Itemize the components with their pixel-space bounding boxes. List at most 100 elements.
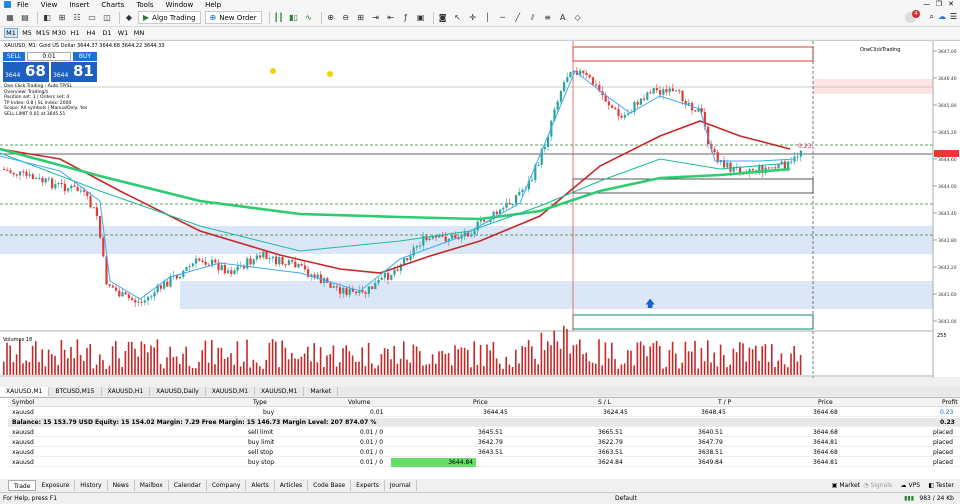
menu-tools[interactable]: Tools	[136, 1, 153, 9]
lot-input[interactable]: 0.01	[27, 52, 71, 61]
tp-cell[interactable]: 3648.45	[701, 408, 726, 417]
tab-calendar[interactable]: Calendar	[169, 479, 207, 491]
order-row[interactable]: xauusd buy limit 0.01 / 0 3642.79 3622.79 364…	[8, 438, 960, 447]
chart-tab[interactable]: XAUUSD,M1	[206, 387, 256, 396]
tp-cell[interactable]: 3640.51	[698, 428, 723, 437]
header-volume[interactable]: Volume	[348, 398, 370, 407]
sl-cell[interactable]: 3624.45	[603, 408, 628, 417]
cursor-icon[interactable]: ↖	[452, 12, 464, 24]
timeframe-w1[interactable]: W1	[116, 29, 130, 37]
sl-cell[interactable]: 3665.51	[598, 428, 623, 437]
restore-icon[interactable]: ❐	[936, 0, 942, 8]
timeframe-m15[interactable]: M15	[36, 29, 50, 37]
zoom-out-icon[interactable]: ⊖	[340, 12, 352, 24]
vps-link[interactable]: ☁ VPS	[901, 482, 920, 489]
new-chart-icon[interactable]: ▦	[4, 12, 16, 24]
timeframe-h4[interactable]: H4	[84, 29, 98, 37]
tab-articles[interactable]: Articles	[275, 479, 309, 491]
header-sl[interactable]: S / L	[598, 398, 611, 407]
order-row[interactable]: xauusd sell stop 0.01 / 0 3643.51 3663.51 363…	[8, 448, 960, 457]
line-chart-icon[interactable]: ∿	[303, 12, 315, 24]
profiles-icon[interactable]: ▤	[19, 12, 31, 24]
timeframe-m30[interactable]: M30	[52, 29, 66, 37]
order-row[interactable]: xauusd sell limit 0.01 / 0 3645.51 3665.51 36…	[8, 428, 960, 437]
data-window-icon[interactable]: ⊞	[56, 12, 68, 24]
indicators-icon[interactable]: ƒ	[400, 12, 412, 24]
new-order-button[interactable]: ⊕ New Order	[204, 11, 262, 24]
autoscroll-icon[interactable]: ⇥	[370, 12, 382, 24]
navigator-icon[interactable]: ☷	[71, 12, 83, 24]
chart-shift-icon[interactable]: ⇤	[385, 12, 397, 24]
tab-journal[interactable]: Journal	[385, 479, 417, 491]
price-chart[interactable]: 3647.00 3646.40 3645.80 3645.20 3644.60 3644.…	[0, 41, 960, 378]
vertical-line-icon[interactable]: │	[482, 12, 494, 24]
menu-charts[interactable]: Charts	[101, 1, 124, 9]
timeframe-h1[interactable]: H1	[68, 29, 82, 37]
buy-price-box[interactable]: 3644 81	[51, 62, 97, 82]
candlestick-icon[interactable]: ▮▯	[288, 12, 300, 24]
menu-view[interactable]: View	[41, 1, 58, 9]
metaeditor-icon[interactable]: ◆	[123, 12, 135, 24]
close-icon[interactable]: ✕	[948, 0, 954, 8]
header-symbol[interactable]: Symbol	[12, 398, 34, 407]
tp-cell[interactable]: 3649.84	[698, 458, 723, 467]
menu-icon[interactable]: ☰	[950, 12, 957, 21]
crosshair-icon[interactable]: ✛	[467, 12, 479, 24]
tab-company[interactable]: Company	[207, 479, 247, 491]
signals-link[interactable]: ◔ Signals	[863, 482, 892, 489]
header-tp[interactable]: T / P	[718, 398, 731, 407]
header-type[interactable]: Type	[253, 398, 267, 407]
chart-tab[interactable]: XAUUSD,M1	[0, 387, 50, 396]
bar-chart-icon[interactable]: ┃┃	[273, 12, 285, 24]
buy-button[interactable]: BUY	[73, 52, 97, 61]
order-row[interactable]: xauusd buy stop 0.01 / 0 3644.84 3624.84 3649…	[8, 458, 960, 467]
timeframe-m5[interactable]: M5	[20, 29, 34, 37]
sl-cell[interactable]: 3624.84	[598, 458, 623, 467]
tab-history[interactable]: History	[75, 479, 108, 491]
tester-link[interactable]: ◧ Tester	[928, 482, 954, 489]
timeframe-m1[interactable]: M1	[4, 28, 18, 38]
timeframe-d1[interactable]: D1	[100, 29, 114, 37]
tab-alerts[interactable]: Alerts	[246, 479, 275, 491]
sl-cell[interactable]: 3663.51	[598, 448, 623, 457]
position-row[interactable]: xauusd buy 0.01 3644.45 3624.45 3648.45 …	[8, 408, 960, 417]
chart-tab-market[interactable]: Market	[304, 387, 338, 396]
sell-button[interactable]: SELL	[3, 52, 25, 61]
menu-help[interactable]: Help	[205, 1, 221, 9]
market-link[interactable]: ▣ Market	[832, 482, 860, 489]
minimize-icon[interactable]: —	[923, 0, 930, 8]
tp-cell[interactable]: 3647.79	[698, 438, 723, 447]
tab-exposure[interactable]: Exposure	[36, 479, 76, 491]
header-price2[interactable]: Price	[818, 398, 833, 407]
menu-file[interactable]: File	[17, 1, 29, 9]
sell-price-box[interactable]: 3644 68	[3, 62, 49, 82]
strategy-tester-icon[interactable]: ◫	[101, 12, 113, 24]
header-price[interactable]: Price	[473, 398, 488, 407]
algo-trading-button[interactable]: ▶ Algo Trading	[138, 11, 201, 24]
terminal-icon[interactable]: ▭	[86, 12, 98, 24]
horizontal-line-icon[interactable]: ─	[497, 12, 509, 24]
menu-window[interactable]: Window	[166, 1, 194, 9]
fibonacci-icon[interactable]: ≡	[542, 12, 554, 24]
templates-icon[interactable]: ▣	[415, 12, 427, 24]
channel-icon[interactable]: ⫽	[527, 12, 539, 24]
chart-window[interactable]: 3647.00 3646.40 3645.80 3645.20 3644.60 3644.…	[0, 40, 960, 378]
tp-cell[interactable]: 3638.51	[698, 448, 723, 457]
zoom-in-icon[interactable]: ⊕	[325, 12, 337, 24]
sl-cell[interactable]: 3622.79	[598, 438, 623, 447]
timeframe-mn[interactable]: MN	[132, 29, 146, 37]
tab-code-base[interactable]: Code Base	[308, 479, 352, 491]
shapes-icon[interactable]: ◇	[572, 12, 584, 24]
tab-mailbox[interactable]: Mailbox	[135, 479, 169, 491]
screenshot-icon[interactable]: ◙	[437, 12, 449, 24]
chart-tab[interactable]: XAUUSD,Daily	[150, 387, 206, 396]
chart-tab[interactable]: XAUUSD,H1	[102, 387, 151, 396]
menu-insert[interactable]: Insert	[69, 1, 89, 9]
tab-trade[interactable]: Trade	[8, 479, 37, 491]
chart-tab[interactable]: XAUUSD,M1	[255, 387, 305, 396]
tab-experts[interactable]: Experts	[351, 479, 385, 491]
trendline-icon[interactable]: ╱	[512, 12, 524, 24]
header-profit[interactable]: Profit	[942, 398, 958, 407]
text-icon[interactable]: A	[557, 12, 569, 24]
tab-news[interactable]: News	[108, 479, 135, 491]
